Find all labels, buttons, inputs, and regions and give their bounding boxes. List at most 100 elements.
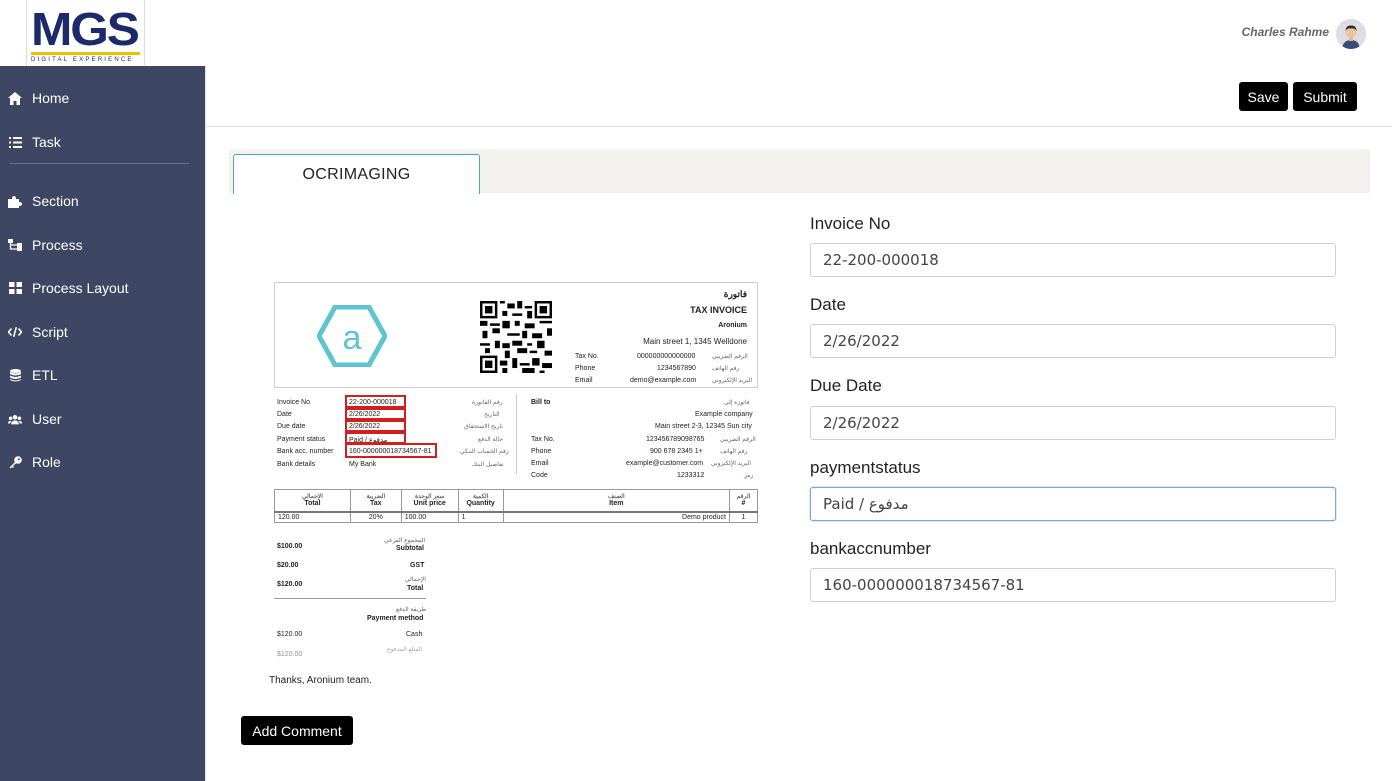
bill-to-row-label: Tax No. [531, 436, 555, 443]
seller-email-value: demo@example.com [630, 377, 697, 384]
seller-tax-value: 000000000000000 [637, 353, 696, 360]
seller-tax-label: Tax No. [575, 353, 599, 360]
detail-ar: رقم الحساب البنكي [460, 449, 509, 455]
payment-status-field[interactable] [810, 487, 1336, 521]
bill-to-row-ar: الرقم الضريبي [720, 437, 756, 443]
payment-cash-value: $120.00 [277, 631, 303, 638]
date-field[interactable] [810, 324, 1336, 358]
sidebar-item-section[interactable]: Section [0, 186, 205, 216]
sidebar-item-label: User [32, 411, 62, 427]
date-label: Date [810, 295, 846, 314]
detail-label: Bank details [277, 461, 316, 468]
sidebar-item-process[interactable]: Process [0, 230, 205, 260]
seller-phone-label: Phone [575, 365, 596, 372]
save-button[interactable]: Save [1239, 82, 1288, 111]
total-value: $120.00 [277, 581, 303, 588]
ocr-highlight-box [345, 408, 406, 420]
mgs-logo[interactable]: MGS DIGITAL EXPERIENCE [26, 0, 145, 67]
code-icon [8, 325, 22, 339]
sidebar-item-user[interactable]: User [0, 404, 205, 434]
seller-email-ar: البريد الإلكتروني [712, 378, 753, 384]
detail-label: Bank acc. number [277, 448, 334, 455]
bank-acc-number-label: bankaccnumber [810, 539, 931, 558]
gst-label: GST [410, 562, 425, 569]
table-cell: 1 [729, 511, 758, 523]
bill-to-row-ar: رمز [744, 473, 754, 479]
payment-method-label: Payment method [367, 615, 424, 622]
sidebar-item-etl[interactable]: ETL [0, 360, 205, 390]
home-icon [8, 91, 22, 105]
user-name[interactable]: Charles Rahme [1242, 25, 1329, 39]
bill-to-address: Main street 2-3, 12345 Sun city [655, 423, 752, 430]
table-header: سعر الوحدة Unit price [400, 489, 459, 513]
table-header: الكمية Quantity [457, 489, 504, 513]
invoice-no-field[interactable] [810, 243, 1336, 277]
svg-text:a: a [343, 319, 362, 357]
payment-paid-label: المبلغ المدفوع [387, 647, 423, 653]
sidebar-item-home[interactable]: Home [0, 83, 205, 113]
grid-icon [8, 281, 22, 295]
total-ar: الإجمالي [405, 577, 426, 583]
bill-to-row-label: Email [531, 460, 549, 467]
add-comment-button[interactable]: Add Comment [241, 716, 353, 745]
detail-ar: تفاصيل البنك [472, 462, 504, 468]
logo-text: MGS [31, 3, 140, 55]
detail-ar: التاريخ [484, 412, 500, 418]
invoice-title-arabic: فاتورة [723, 289, 747, 299]
users-icon [8, 412, 22, 426]
table-cell: 20% [349, 511, 402, 523]
payment-method-ar: طريقة الدفع [396, 607, 427, 613]
bill-to-row-value: 123456789098765 [646, 436, 705, 443]
sidebar-item-label: Task [32, 134, 61, 150]
sidebar-item-label: Section [32, 193, 79, 209]
tab-ocrimaging[interactable]: OCRIMAGING [233, 154, 480, 194]
aronium-logo-icon: a [317, 305, 387, 367]
puzzle-icon [8, 194, 22, 208]
detail-label: Date [277, 411, 292, 418]
invoice-thanks: Thanks, Aronium team. [269, 675, 372, 686]
sidebar-item-task[interactable]: Task [0, 127, 205, 157]
seller-phone-ar: رقم الهاتف [712, 366, 740, 372]
table-header-row: الإجمالي Total الضريبة Tax سعر الوحدة Unit … [274, 489, 758, 513]
total-label: Total [407, 585, 424, 592]
bill-to-label: Bill to [531, 399, 551, 406]
invoice-header: a فاتورة TAX INVOICE Aronium Main street… [274, 282, 758, 388]
submit-button[interactable]: Submit [1293, 82, 1357, 111]
sidebar-item-label: Process [32, 237, 83, 253]
bill-to-row-ar: رقم الهاتف [720, 449, 748, 455]
seller-email-label: Email [575, 377, 593, 384]
sidebar-item-label: Role [32, 454, 61, 470]
bill-to-row-value: 900 678 2345 1+ [650, 448, 703, 455]
invoice-no-label: Invoice No [810, 214, 891, 233]
key-icon [8, 455, 22, 469]
totals-divider [274, 598, 426, 599]
bank-acc-number-field[interactable] [810, 568, 1336, 602]
payment-paid-value: $120.00 [277, 651, 303, 658]
bill-to-row-value: example@customer.com [626, 460, 704, 467]
subtotal-ar: المجموع الفرعي [384, 538, 426, 544]
sidebar-item-script[interactable]: Script [0, 317, 205, 347]
due-date-label: Due Date [810, 376, 882, 395]
qr-code-icon [480, 301, 552, 373]
ocr-highlight-box [345, 443, 437, 458]
invoice-address: Main street 1, 1345 Welldone [643, 337, 747, 346]
table-cell: 100.00 [400, 511, 459, 523]
sidebar-item-label: Home [32, 90, 70, 106]
table-cell: 120.00 [274, 511, 351, 523]
table-cell: Demo product [502, 511, 731, 523]
logo-subtitle: DIGITAL EXPERIENCE [31, 57, 134, 63]
list-icon [8, 135, 22, 149]
sidebar-item-label: ETL [32, 367, 58, 383]
detail-ar: رقم الفاتورة [472, 400, 503, 406]
detail-label: Payment status [277, 436, 326, 443]
database-icon [8, 368, 22, 382]
user-avatar[interactable] [1336, 19, 1366, 49]
bill-to-row-value: 1233312 [677, 472, 705, 479]
seller-tax-ar: الرقم الضريبي [712, 354, 748, 360]
detail-ar: حالة الدفع [478, 437, 503, 443]
sidebar-item-process-layout[interactable]: Process Layout [0, 273, 205, 303]
due-date-field[interactable] [810, 406, 1336, 440]
sidebar-item-role[interactable]: Role [0, 447, 205, 477]
gst-value: $20.00 [277, 562, 299, 569]
invoice-image: a فاتورة TAX INVOICE Aronium Main street… [274, 282, 759, 662]
